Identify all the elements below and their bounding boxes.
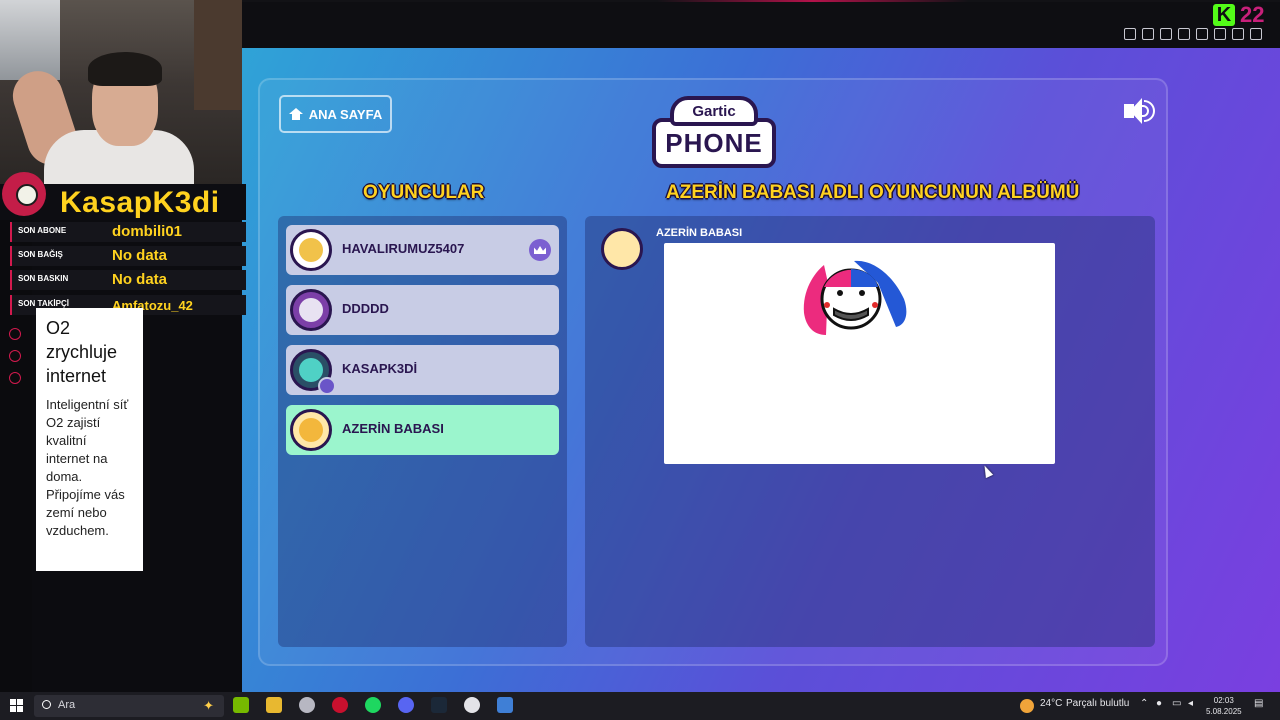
kick-logo[interactable]: K xyxy=(1213,4,1235,26)
stat-label: SON BAĞIŞ xyxy=(18,250,63,259)
stat-row: SON BAĞIŞ No data xyxy=(10,246,246,266)
weather-desc[interactable]: Parçalı bulutlu xyxy=(1066,698,1129,709)
app-icon[interactable] xyxy=(299,697,315,713)
player-row-active[interactable]: AZERİN BABASI xyxy=(286,405,559,455)
play-icon[interactable] xyxy=(1178,28,1190,40)
opera-icon[interactable] xyxy=(332,697,348,713)
stat-value: dombili01 xyxy=(112,223,183,240)
album-heading: AZERİN BABASI ADLI OYUNCUNUN ALBÜMÜ xyxy=(666,182,1080,203)
chevron-up-icon[interactable]: ⌃ xyxy=(1140,698,1148,709)
extension-icons xyxy=(1124,28,1262,40)
crown-icon xyxy=(529,239,551,261)
heart-icon[interactable] xyxy=(1196,28,1208,40)
ad-banner[interactable]: O2 zrychluje internet Inteligentní síť O… xyxy=(36,308,143,571)
screen: K 22 ANA SAYFA PHONE Gartic OYUNCULAR AZ… xyxy=(0,0,1280,720)
players-heading: OYUNCULAR xyxy=(363,182,485,203)
discord-icon[interactable] xyxy=(398,697,414,713)
steam-icon[interactable] xyxy=(431,697,447,713)
search-placeholder: Ara xyxy=(58,699,76,711)
browser-toolbar: K 22 xyxy=(242,0,1280,48)
mascot-icon xyxy=(2,172,46,216)
home-button-label: ANA SAYFA xyxy=(308,106,383,122)
gartic-phone-game: ANA SAYFA PHONE Gartic OYUNCULAR AZERİN … xyxy=(242,48,1280,692)
notification-icon[interactable]: ▤ xyxy=(1254,698,1263,709)
webcam-feed xyxy=(0,0,242,186)
logo-gartic-text: Gartic xyxy=(670,96,758,126)
sparkle-icon: ✦ xyxy=(203,698,214,713)
profile-icon[interactable] xyxy=(1214,28,1226,40)
stat-row: SON BASKIN No data xyxy=(10,270,246,290)
player-name: AZERİN BABASI xyxy=(342,421,444,436)
album-panel: AZERİN BABASI xyxy=(585,216,1155,647)
kick-count: 22 xyxy=(1240,2,1265,27)
taskbar-search[interactable]: Ara ✦ xyxy=(34,695,224,717)
clock-icon[interactable] xyxy=(9,328,21,340)
weather-icon[interactable] xyxy=(1020,699,1034,713)
menu-icon[interactable] xyxy=(1250,28,1262,40)
player-name: HAVALIRUMUZ5407 xyxy=(342,241,465,256)
file-explorer-icon[interactable] xyxy=(266,697,282,713)
tab-accent-line xyxy=(242,0,1280,2)
taskbar: Ara ✦ 24°C Parçalı bulutlu ⌃ ● ▭ ◂ 02:03… xyxy=(0,692,1280,720)
player-avatar xyxy=(290,409,332,451)
user-badge-icon xyxy=(318,377,336,395)
stat-label: SON ABONE xyxy=(18,226,67,235)
obs-icon[interactable] xyxy=(464,697,480,713)
player-name: DDDDD xyxy=(342,301,389,316)
player-row[interactable]: DDDDD xyxy=(286,285,559,335)
drawing-canvas xyxy=(664,243,1055,464)
clock-date: 5.08.2025 xyxy=(1206,707,1242,716)
stat-value: No data xyxy=(112,271,168,288)
stat-row: SON ABONE dombili01 xyxy=(10,222,246,242)
player-name: KASAPK3Dİ xyxy=(342,361,418,376)
app-icon[interactable] xyxy=(497,697,513,713)
network-icon[interactable]: ▭ xyxy=(1172,698,1181,709)
channel-name: KasapK3di xyxy=(60,186,220,219)
album-author-avatar xyxy=(601,228,643,270)
microphone-icon[interactable]: ● xyxy=(1156,698,1162,709)
stat-value: No data xyxy=(112,247,168,264)
search-icon xyxy=(42,700,51,709)
stat-label: SON BASKIN xyxy=(18,274,69,283)
settings-icon[interactable] xyxy=(9,372,21,384)
taskbar-clock[interactable]: 02:03 5.08.2025 xyxy=(1206,695,1242,717)
drawing xyxy=(803,260,907,335)
home-button[interactable]: ANA SAYFA xyxy=(279,95,392,133)
player-row[interactable]: HAVALIRUMUZ5407 xyxy=(286,225,559,275)
ad-title: O2 zrychluje internet xyxy=(46,318,118,386)
player-avatar xyxy=(290,229,332,271)
volume-icon[interactable]: ◂ xyxy=(1188,698,1193,709)
gartic-phone-logo: PHONE Gartic xyxy=(652,96,776,170)
pin-icon[interactable] xyxy=(1124,28,1136,40)
weather-temp[interactable]: 24°C xyxy=(1040,698,1062,709)
player-avatar xyxy=(290,289,332,331)
stat-label: SON TAKİPÇİ xyxy=(18,299,69,308)
home-icon xyxy=(288,108,303,120)
windows-start-icon[interactable] xyxy=(10,699,23,712)
sound-icon[interactable] xyxy=(1122,98,1156,126)
clock-time: 02:03 xyxy=(1213,696,1234,705)
shield-icon[interactable] xyxy=(1160,28,1172,40)
download-icon[interactable] xyxy=(1232,28,1244,40)
chat-icon[interactable] xyxy=(9,350,21,362)
players-panel: HAVALIRUMUZ5407 DDDDD KASAPK3Dİ AZERİN B… xyxy=(278,216,567,647)
album-author-name: AZERİN BABASI xyxy=(656,227,743,239)
spotify-icon[interactable] xyxy=(365,697,381,713)
ad-body: Inteligentní síť O2 zajistí kvalitní int… xyxy=(46,397,129,538)
player-row[interactable]: KASAPK3Dİ xyxy=(286,345,559,395)
nvidia-icon[interactable] xyxy=(233,697,249,713)
sidebar-icon[interactable] xyxy=(1142,28,1154,40)
